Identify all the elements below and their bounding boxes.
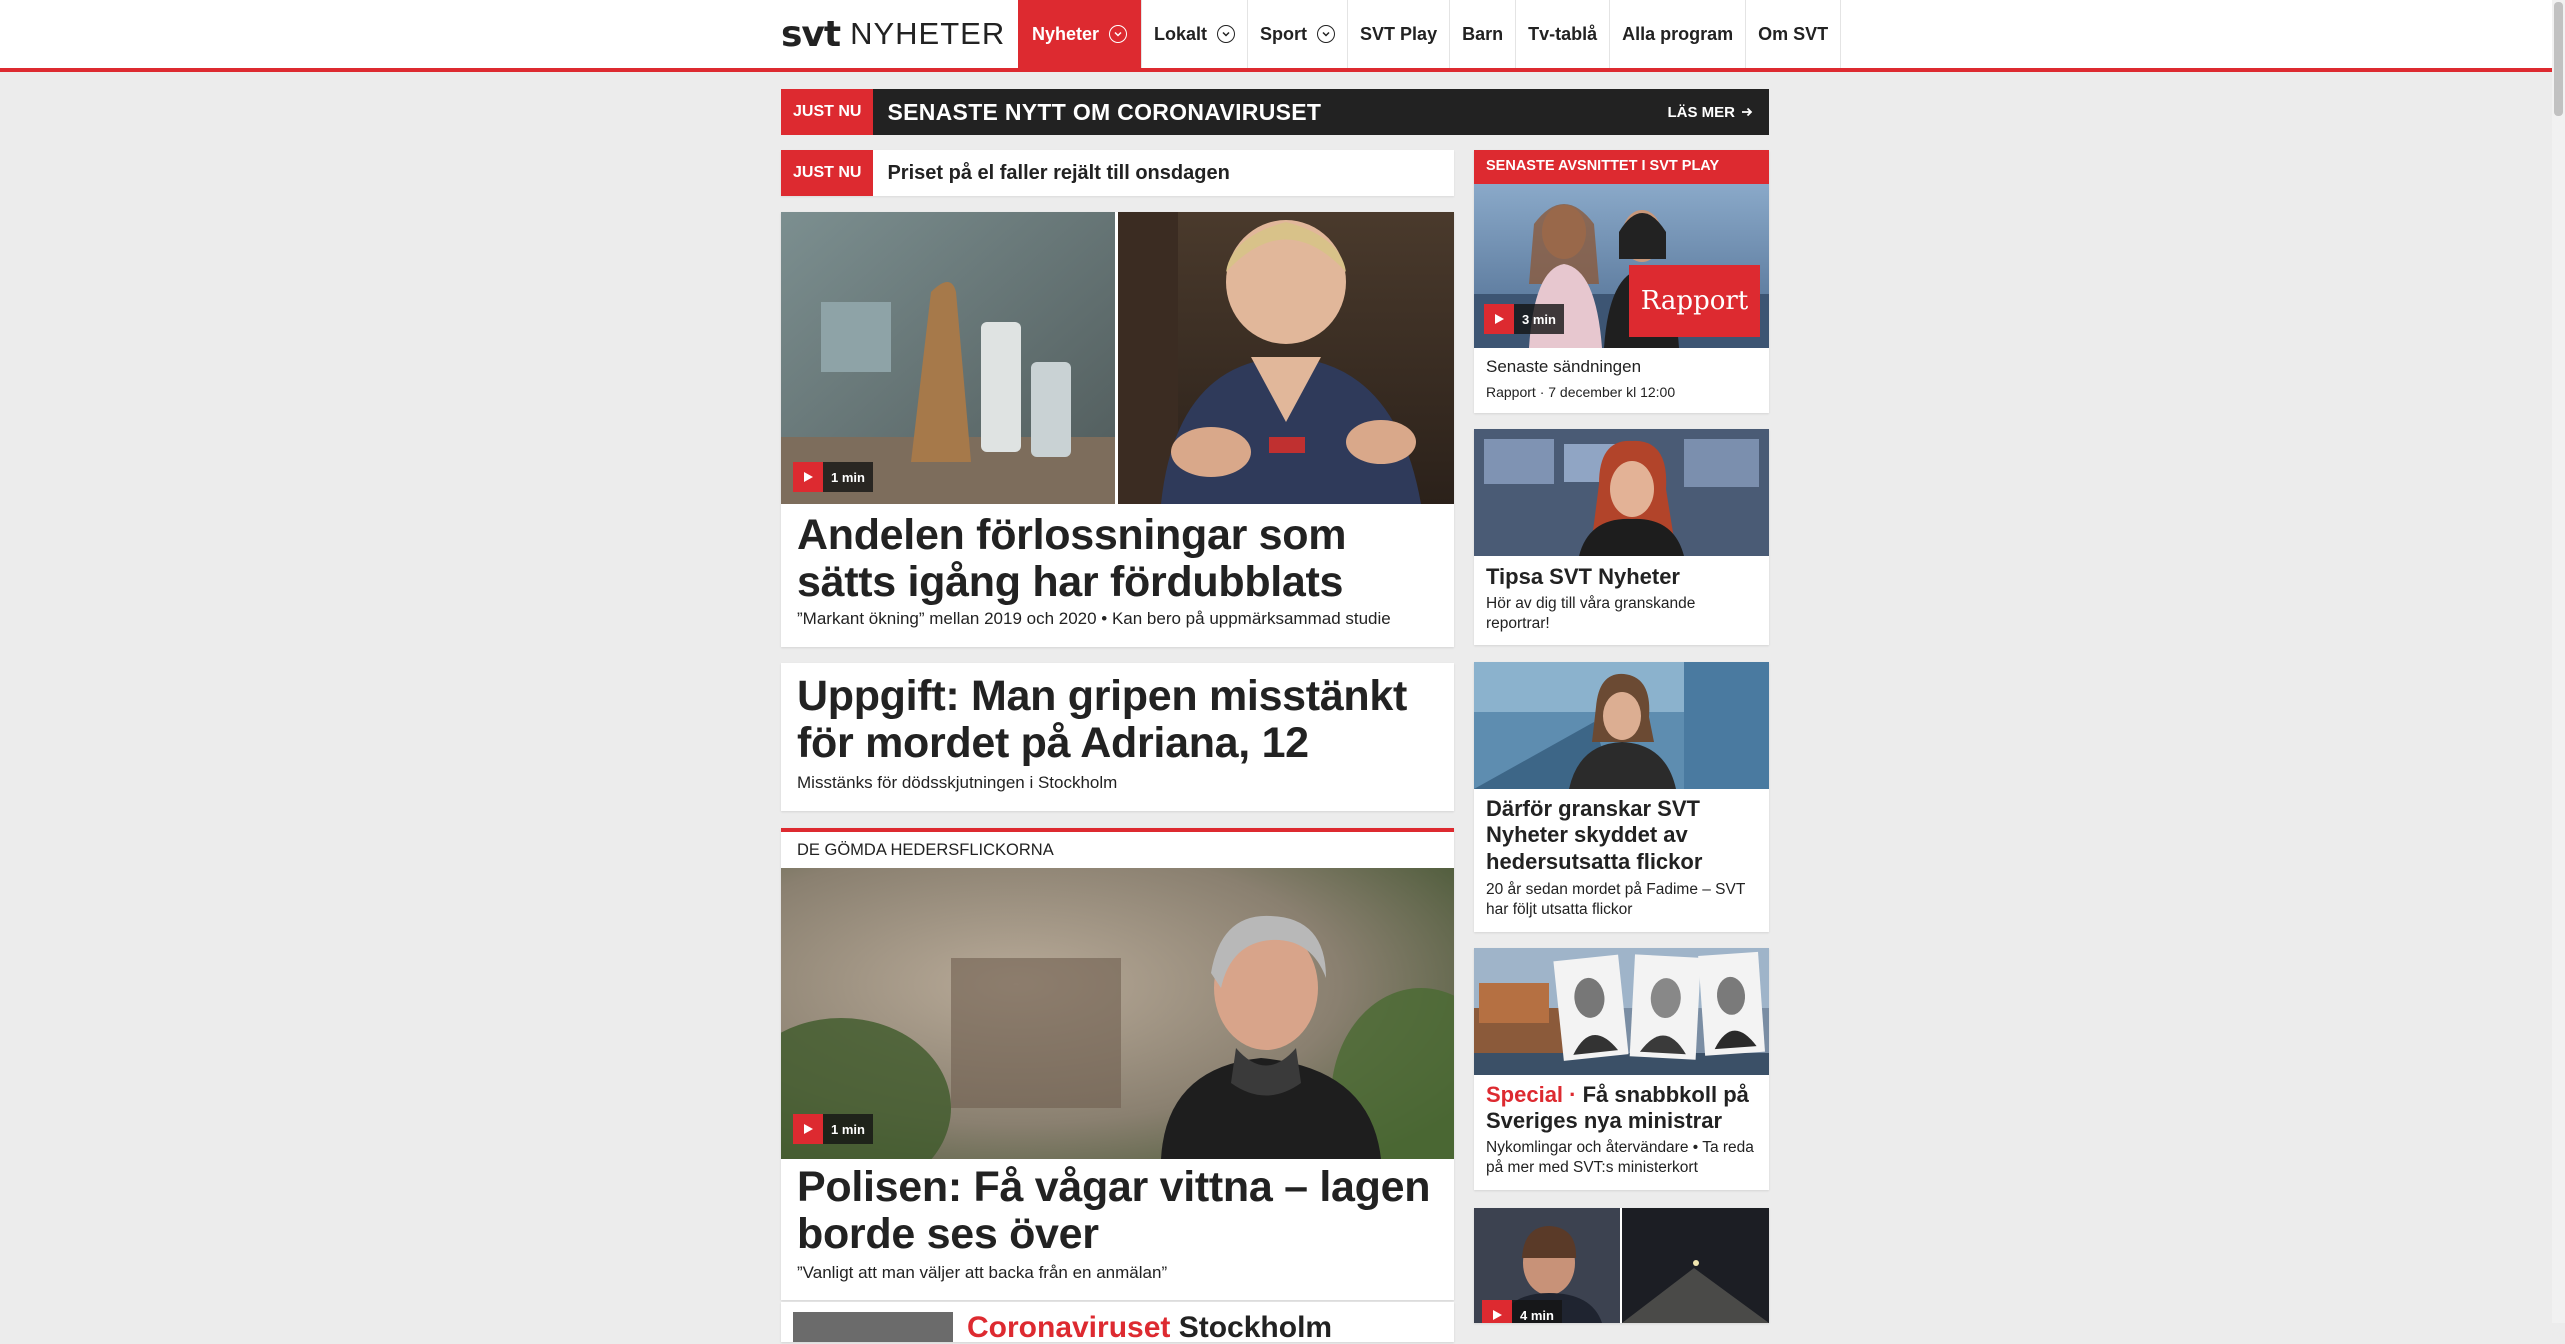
arrow-right-icon bbox=[1742, 107, 1753, 117]
nav-item-tv-tabla[interactable]: Tv-tablå bbox=[1516, 0, 1611, 68]
review-title[interactable]: Därför granskar SVT Nyheter skyddet av h… bbox=[1486, 796, 1757, 875]
logo-section: NYHETER bbox=[850, 16, 1006, 51]
story-image-interview: 1 min bbox=[781, 868, 1454, 1159]
video-duration-badge[interactable]: 4 min bbox=[1482, 1300, 1562, 1323]
main-nav: Nyheter Lokalt Sport SVT Play Barn Tv-ta… bbox=[1018, 0, 1842, 68]
nav-label: Sport bbox=[1260, 23, 1308, 44]
tips-card[interactable]: Tipsa SVT Nyheter Hör av dig till våra g… bbox=[1474, 429, 1769, 645]
nav-item-om-svt[interactable]: Om SVT bbox=[1746, 0, 1842, 68]
nav-item-sport[interactable]: Sport bbox=[1248, 0, 1349, 68]
newsroom-photo bbox=[1474, 429, 1769, 556]
chevron-down-icon[interactable] bbox=[1317, 25, 1336, 43]
nav-label: Nyheter bbox=[1032, 23, 1100, 44]
scrollbar[interactable] bbox=[2552, 0, 2565, 1323]
nav-item-barn[interactable]: Barn bbox=[1450, 0, 1517, 68]
ministers-collage bbox=[1474, 948, 1769, 1075]
special-subtitle: Nykomlingar och återvändare • Ta reda på… bbox=[1486, 1139, 1754, 1177]
story-title-text: Stockholm bbox=[1178, 1311, 1333, 1344]
video-duration-badge[interactable]: 1 min bbox=[793, 462, 873, 492]
site-header: svt NYHETER Nyheter Lokalt Sport SVT Pla… bbox=[0, 0, 2552, 72]
hospital-photo bbox=[781, 212, 1454, 504]
chevron-down-icon[interactable] bbox=[1109, 25, 1128, 43]
story-card-adriana[interactable]: Uppgift: Man gripen misstänkt för mordet… bbox=[781, 663, 1454, 811]
duration-text: 1 min bbox=[831, 1121, 865, 1137]
story-headline[interactable]: Polisen: Få vågar vittna – lagen borde s… bbox=[797, 1163, 1442, 1259]
special-title[interactable]: Special · Få snabbkoll på Sveriges nya m… bbox=[1486, 1082, 1757, 1135]
breaking-news-item[interactable]: JUST NU Priset på el faller rejält till … bbox=[781, 150, 1454, 196]
logo-brand: svt bbox=[781, 13, 841, 55]
rapport-badge: Rapport bbox=[1629, 265, 1760, 337]
nav-label: Barn bbox=[1462, 23, 1504, 44]
story-headline[interactable]: Coronaviruset Stockholm bbox=[967, 1311, 1332, 1344]
nav-label: Lokalt bbox=[1154, 23, 1208, 44]
chevron-down-icon[interactable] bbox=[1217, 25, 1236, 43]
story-subtitle: ”Markant ökning” mellan 2019 och 2020 • … bbox=[797, 609, 1391, 628]
special-ministers-card[interactable]: Special · Få snabbkoll på Sveriges nya m… bbox=[1474, 948, 1769, 1190]
tips-image bbox=[1474, 429, 1769, 556]
story-card-corona-stockholm[interactable]: Coronaviruset Stockholm bbox=[781, 1302, 1454, 1344]
review-card[interactable]: Därför granskar SVT Nyheter skyddet av h… bbox=[1474, 662, 1769, 932]
corona-banner[interactable]: JUST NU SENASTE NYTT OM CORONAVIRUSET LÄ… bbox=[781, 89, 1769, 135]
breaking-news-text: Priset på el faller rejält till onsdagen bbox=[887, 161, 1230, 184]
interview-photo bbox=[781, 868, 1454, 1159]
episode-meta: Rapport · 7 december kl 12:00 bbox=[1486, 384, 1676, 400]
banner-title: SENASTE NYTT OM CORONAVIRUSET bbox=[887, 98, 1322, 125]
story-card-honor-girls[interactable]: DE GÖMDA HEDERSFLICKORNA 1 min Polisen: … bbox=[781, 828, 1454, 1300]
just-nu-tag: JUST NU bbox=[781, 89, 874, 135]
special-kicker: Special · bbox=[1486, 1082, 1577, 1107]
play-icon bbox=[1484, 304, 1514, 334]
video-thumbnail: 4 min bbox=[1474, 1208, 1769, 1323]
series-label[interactable]: DE GÖMDA HEDERSFLICKORNA bbox=[797, 841, 1054, 860]
story-subtitle: ”Vanligt att man väljer att backa från e… bbox=[797, 1263, 1168, 1282]
nav-item-alla-program[interactable]: Alla program bbox=[1610, 0, 1747, 68]
story-kicker: Coronaviruset bbox=[967, 1311, 1171, 1344]
nav-item-nyheter[interactable]: Nyheter bbox=[1018, 0, 1143, 68]
story-image-hospital: 1 min bbox=[781, 212, 1454, 504]
nav-item-svt-play[interactable]: SVT Play bbox=[1348, 0, 1451, 68]
video-card[interactable]: 4 min bbox=[1474, 1208, 1769, 1323]
svt-play-card[interactable]: SENASTE AVSNITTET I SVT PLAY Rapport 3 m… bbox=[1474, 150, 1769, 413]
duration-text: 3 min bbox=[1522, 311, 1556, 327]
video-duration-badge[interactable]: 3 min bbox=[1484, 304, 1564, 334]
duration-text: 4 min bbox=[1520, 1307, 1554, 1323]
nav-label: Alla program bbox=[1622, 23, 1734, 44]
svt-play-header: SENASTE AVSNITTET I SVT PLAY bbox=[1474, 150, 1769, 184]
story-card-birth-induction[interactable]: 1 min Andelen förlossningar som sätts ig… bbox=[781, 212, 1454, 647]
nav-label: Tv-tablå bbox=[1528, 23, 1598, 44]
svt-nyheter-logo[interactable]: svt NYHETER bbox=[781, 8, 1005, 60]
video-duration-badge[interactable]: 1 min bbox=[793, 1114, 873, 1144]
play-icon bbox=[793, 462, 823, 492]
episode-title[interactable]: Senaste sändningen bbox=[1486, 357, 1641, 377]
read-more-link[interactable]: LÄS MER bbox=[1668, 104, 1754, 121]
review-subtitle: 20 år sedan mordet på Fadime – SVT har f… bbox=[1486, 881, 1746, 919]
nav-label: SVT Play bbox=[1360, 23, 1438, 44]
tips-subtitle: Hör av dig till våra granskande reportra… bbox=[1486, 595, 1696, 633]
just-nu-tag: JUST NU bbox=[781, 150, 874, 196]
review-image bbox=[1474, 662, 1769, 789]
play-icon bbox=[793, 1114, 823, 1144]
nav-label: Om SVT bbox=[1758, 23, 1829, 44]
story-subtitle: Misstänks för dödsskjutningen i Stockhol… bbox=[797, 773, 1118, 792]
duration-text: 1 min bbox=[831, 469, 865, 485]
story-headline[interactable]: Andelen förlossningar som sätts igång ha… bbox=[797, 511, 1442, 607]
read-more-label: LÄS MER bbox=[1667, 103, 1736, 121]
story-headline[interactable]: Uppgift: Man gripen misstänkt för mordet… bbox=[797, 672, 1442, 768]
nav-item-lokalt[interactable]: Lokalt bbox=[1142, 0, 1249, 68]
scrollbar-thumb[interactable] bbox=[2554, 2, 2563, 116]
tips-title[interactable]: Tipsa SVT Nyheter bbox=[1486, 564, 1757, 590]
rapport-thumbnail: Rapport 3 min bbox=[1474, 184, 1769, 348]
reporter-platform-photo bbox=[1474, 662, 1769, 789]
story-thumbnail bbox=[793, 1312, 953, 1342]
play-icon bbox=[1482, 1300, 1512, 1323]
special-image bbox=[1474, 948, 1769, 1075]
